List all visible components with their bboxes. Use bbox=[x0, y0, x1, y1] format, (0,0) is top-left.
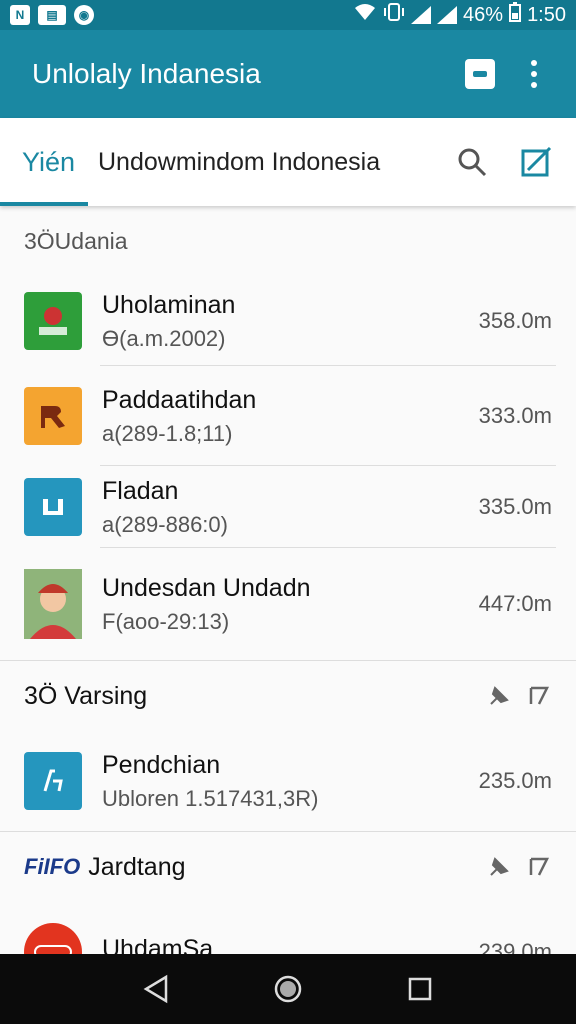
chat-icon: ◉ bbox=[74, 5, 94, 25]
section-title: Jardtang bbox=[88, 852, 186, 881]
signal-icon bbox=[411, 6, 432, 24]
edit-icon bbox=[521, 146, 552, 177]
item-texts: Undesdan Undadn F(aoo-29:13) bbox=[102, 574, 479, 635]
clock: 1:50 bbox=[527, 3, 566, 26]
list-item[interactable]: Undesdan Undadn F(aoo-29:13) 447:0m bbox=[0, 548, 576, 660]
item-name: Pendchian bbox=[102, 750, 221, 779]
app-title: Unlolaly Indanesia bbox=[32, 58, 261, 89]
section-header: 3Ö Varsing bbox=[0, 661, 576, 731]
status-left: N ▤ ◉ bbox=[10, 5, 94, 25]
section-header: 3ÖUdania bbox=[0, 206, 576, 276]
archive-icon bbox=[465, 59, 495, 89]
app-bar: Unlolaly Indanesia bbox=[0, 30, 576, 118]
pin-icon[interactable] bbox=[486, 854, 512, 880]
item-texts: Fladan a(289-886:0) bbox=[102, 477, 479, 538]
tab-subtitle: Undowmindom Indonesia bbox=[98, 147, 381, 176]
item-name: Uholaminan bbox=[102, 290, 236, 319]
item-texts: UhdamSa bbox=[102, 935, 479, 955]
item-subtitle: Ubloren 1.517431,3R) bbox=[102, 785, 319, 811]
item-subtitle: F(aoo-29:13) bbox=[102, 608, 230, 634]
status-bar: N ▤ ◉ 46% 1:50 bbox=[0, 0, 576, 30]
item-size: 235.0m bbox=[478, 768, 552, 793]
back-icon bbox=[143, 974, 168, 1004]
app-thumbnail bbox=[24, 478, 82, 536]
status-right: 46% 1:50 bbox=[353, 2, 566, 28]
section-actions bbox=[486, 854, 552, 880]
list-item[interactable]: Fladan a(289-886:0) 335.0m bbox=[0, 466, 576, 548]
vibrate-icon bbox=[383, 2, 405, 28]
more-vert-icon bbox=[531, 60, 537, 88]
home-button[interactable] bbox=[268, 969, 308, 1009]
app-badge-icon: ▤ bbox=[38, 5, 66, 25]
app-thumbnail bbox=[24, 292, 82, 350]
recents-icon bbox=[408, 977, 432, 1001]
back-button[interactable] bbox=[136, 969, 176, 1009]
app-thumbnail bbox=[24, 923, 82, 954]
brand-logo: FiIFO bbox=[24, 854, 81, 879]
section-actions bbox=[486, 683, 552, 709]
item-size: 239.0m bbox=[478, 939, 552, 954]
list-item[interactable]: Pendchian Ubloren 1.517431,3R) 235.0m bbox=[0, 731, 576, 831]
item-size: 335.0m bbox=[478, 494, 552, 519]
item-name: UhdamSa bbox=[102, 934, 214, 955]
item-texts: Paddaatihdan a(289-1.8;11) bbox=[102, 386, 479, 447]
screen: N ▤ ◉ 46% 1:50 Unlolaly Indanesia Yién U… bbox=[0, 0, 576, 1024]
list-item[interactable]: Uholaminan ϴ(a.m.2002) 358.0m bbox=[0, 276, 576, 366]
item-size: 358.0m bbox=[478, 308, 552, 333]
item-name: Undesdan Undadn bbox=[102, 573, 311, 602]
tab-bar: Yién Undowmindom Indonesia bbox=[0, 118, 576, 206]
list-item[interactable]: Paddaatihdan a(289-1.8;11) 333.0m bbox=[0, 366, 576, 466]
section-title: 3ÖUdania bbox=[24, 227, 128, 254]
battery-icon bbox=[509, 2, 522, 28]
item-size: 333.0m bbox=[478, 403, 552, 428]
section-title: 3Ö Varsing bbox=[24, 681, 148, 710]
signal-icon bbox=[437, 6, 458, 24]
item-name: Paddaatihdan bbox=[102, 385, 257, 414]
avatar bbox=[24, 569, 82, 639]
archive-button[interactable] bbox=[458, 52, 502, 96]
item-texts: Uholaminan ϴ(a.m.2002) bbox=[102, 291, 479, 352]
edit-icon[interactable] bbox=[526, 683, 552, 709]
app-thumbnail bbox=[24, 752, 82, 810]
list-item[interactable]: UhdamSa 239.0m bbox=[0, 902, 576, 954]
edit-icon[interactable] bbox=[526, 854, 552, 880]
item-texts: Pendchian Ubloren 1.517431,3R) bbox=[102, 751, 479, 812]
home-icon bbox=[274, 975, 302, 1003]
more-options-button[interactable] bbox=[512, 52, 556, 96]
file-list: 3ÖUdania Uholaminan ϴ(a.m.2002) 358.0m P… bbox=[0, 206, 576, 954]
recents-button[interactable] bbox=[400, 969, 440, 1009]
section-header: FiIFO Jardtang bbox=[0, 832, 576, 902]
search-button[interactable] bbox=[448, 138, 496, 186]
item-subtitle: a(289-886:0) bbox=[102, 511, 228, 537]
tab-active[interactable]: Yién bbox=[0, 118, 88, 206]
pin-icon[interactable] bbox=[486, 683, 512, 709]
battery-level: 46% bbox=[463, 3, 504, 26]
item-subtitle: a(289-1.8;11) bbox=[102, 420, 233, 446]
edit-button[interactable] bbox=[512, 138, 560, 186]
navigation-bar bbox=[0, 954, 576, 1024]
item-name: Fladan bbox=[102, 476, 179, 505]
wifi-icon bbox=[353, 2, 377, 28]
item-size: 447:0m bbox=[478, 591, 552, 616]
app-thumbnail bbox=[24, 387, 82, 445]
search-icon bbox=[458, 148, 487, 177]
item-subtitle: ϴ(a.m.2002) bbox=[102, 325, 226, 351]
notification-icon: N bbox=[10, 5, 30, 25]
